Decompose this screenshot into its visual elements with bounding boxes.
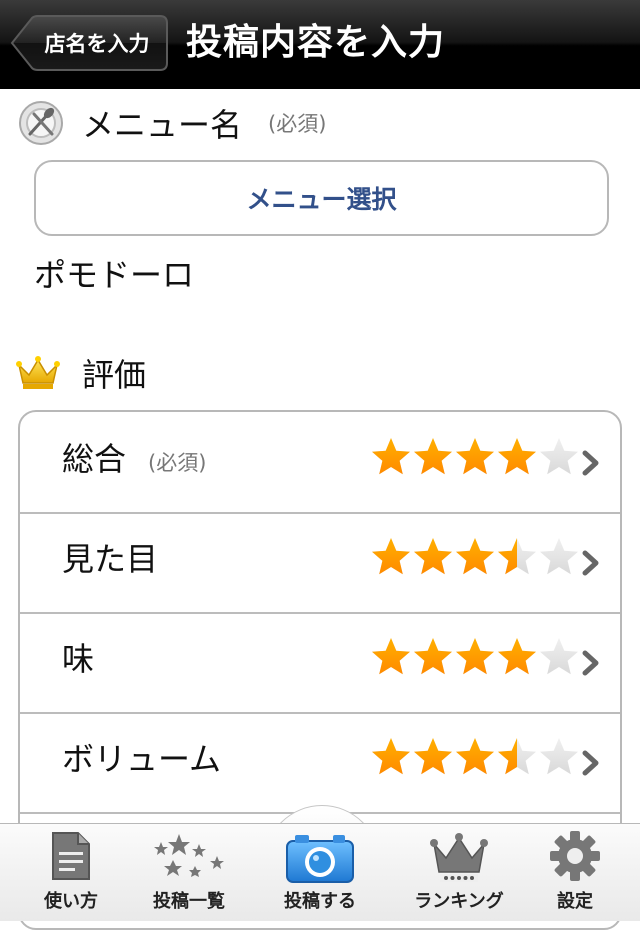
tab-post-list-label: 投稿一覧 (153, 891, 225, 912)
required-label: (必須) (148, 451, 207, 475)
rating-section-title: 評価 (82, 356, 147, 394)
star-filled-icon (372, 638, 410, 675)
star-rating (372, 538, 578, 575)
star-filled-icon (414, 738, 452, 775)
star-filled-icon (414, 638, 452, 675)
star-filled-icon (414, 438, 452, 475)
required-label: (必須) (268, 112, 327, 136)
star-filled-icon (456, 538, 494, 575)
fork-spoon-plate-icon (19, 101, 63, 145)
crown-ranking-icon (430, 833, 488, 882)
camera-icon (286, 835, 354, 883)
star-filled-icon (414, 538, 452, 575)
star-filled-icon (456, 638, 494, 675)
rating-section-header: 評価 (16, 350, 146, 396)
star-filled-icon (456, 438, 494, 475)
chevron-right-icon (582, 550, 599, 576)
star-filled-icon (498, 638, 536, 675)
rating-row-label-group: 味 (62, 634, 94, 680)
rating-row-label-group: 総合 (必須) (62, 434, 206, 480)
star-filled-icon (372, 538, 410, 575)
rating-row-label: ボリューム (62, 740, 222, 778)
star-empty-icon (540, 638, 578, 675)
tab-post-list[interactable]: 投稿一覧 (134, 824, 244, 921)
tab-bar: 使い方 投稿一覧 投稿する ランキング 設定 (0, 823, 640, 921)
selected-menu-name: ポモドーロ (34, 256, 195, 294)
star-rating (372, 738, 578, 775)
stars-icon (154, 834, 224, 877)
tab-usage[interactable]: 使い方 (16, 824, 126, 921)
rating-row[interactable]: 見た目 (20, 512, 620, 614)
chevron-right-icon (582, 650, 599, 676)
rating-row[interactable]: ボリューム (20, 712, 620, 814)
crown-icon (16, 356, 60, 389)
star-filled-icon (372, 738, 410, 775)
tab-ranking[interactable]: ランキング (404, 824, 514, 921)
star-rating (372, 638, 578, 675)
rating-row[interactable]: 味 (20, 612, 620, 714)
document-icon (52, 832, 90, 880)
tab-ranking-label: ランキング (414, 891, 504, 912)
tab-usage-label: 使い方 (44, 891, 98, 912)
star-rating (372, 438, 578, 475)
rating-row-label: 見た目 (62, 540, 159, 578)
rating-row-label: 味 (62, 640, 95, 678)
navigation-bar: 店名を入力 投稿内容を入力 (0, 0, 640, 89)
tab-post[interactable]: 投稿する (265, 824, 375, 921)
page-title: 投稿内容を入力 (186, 22, 446, 63)
back-button[interactable]: 店名を入力 (10, 15, 168, 71)
star-filled-icon (498, 438, 536, 475)
menu-section-header: メニュー名 (必須) (18, 100, 326, 146)
tab-post-label: 投稿する (284, 891, 356, 912)
chevron-right-icon (582, 750, 599, 776)
star-empty-icon (540, 438, 578, 475)
gear-icon (550, 831, 600, 881)
tab-settings-label: 設定 (557, 891, 593, 912)
star-empty-icon (540, 538, 578, 575)
rating-row[interactable]: 総合 (必須) (20, 412, 620, 514)
star-filled-icon (456, 738, 494, 775)
rating-row-label-group: 見た目 (62, 534, 158, 580)
star-empty-icon (540, 738, 578, 775)
tab-settings[interactable]: 設定 (520, 824, 630, 921)
back-button-label: 店名を入力 (44, 32, 150, 56)
chevron-right-icon (582, 450, 599, 476)
rating-row-label-group: ボリューム (62, 734, 221, 780)
star-filled-icon (372, 438, 410, 475)
menu-section-title: メニュー名 (82, 106, 243, 144)
rating-row-label: 総合 (62, 440, 127, 478)
menu-select-button[interactable]: メニュー選択 (34, 160, 609, 236)
